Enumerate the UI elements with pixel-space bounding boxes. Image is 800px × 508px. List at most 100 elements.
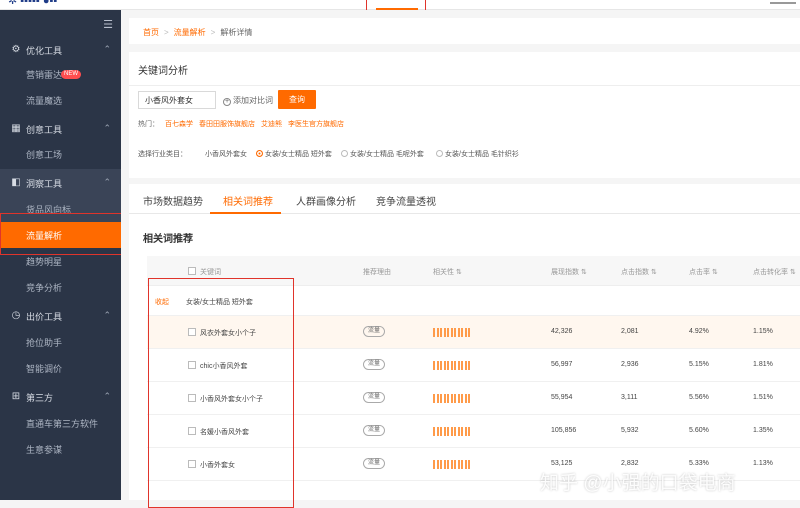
relevance-tick — [433, 394, 435, 403]
category-option-knit[interactable]: 女装/女士精品 毛针织衫 — [436, 149, 519, 159]
relevance-tick — [457, 328, 460, 337]
category-option-short-coat[interactable]: 女装/女士精品 短外套 — [256, 149, 332, 159]
insight-icon: ◧ — [11, 177, 21, 188]
relevance-tick — [443, 361, 446, 370]
query-button[interactable]: 查询 — [278, 90, 316, 109]
header-search-index[interactable]: 展现指数 ⇅ — [551, 267, 587, 277]
cvr-cell: 1.51% — [753, 394, 773, 401]
header-click-index[interactable]: 点击指数 ⇅ — [621, 267, 657, 277]
sidebar-item-smart-bid[interactable]: 智能调价 — [0, 355, 121, 381]
relevance-tick — [454, 460, 456, 469]
relevance-tick — [464, 394, 467, 403]
breadcrumb-traffic[interactable]: 流量解析 — [174, 28, 206, 37]
sidebar-group-label: 优化工具 — [26, 46, 63, 56]
sidebar-item-marketing-radar[interactable]: 营销雷达 NEW — [0, 61, 121, 87]
sidebar-item-third-party-software[interactable]: 直通车第三方软件 — [0, 410, 121, 436]
sidebar-item-traffic-select[interactable]: 流量魔选 — [0, 87, 121, 113]
sidebar-item-creative-factory[interactable]: 创意工场 — [0, 141, 121, 167]
relevance-tick — [464, 460, 467, 469]
relevance-tick — [454, 394, 456, 403]
header-keyword[interactable]: 关键词 — [188, 267, 221, 277]
relevance-tick — [450, 361, 453, 370]
search-index-cell: 55,954 — [551, 394, 573, 401]
ctr-cell: 4.92% — [689, 328, 709, 335]
radio-selected-icon — [256, 150, 263, 157]
sidebar-group-label: 第三方 — [26, 393, 54, 403]
highlight-box-sidebar — [0, 213, 134, 255]
hot-link[interactable]: 春田田服饰旗舰店 — [199, 121, 255, 128]
keyword-search-input[interactable]: 小香风外套女 — [138, 91, 216, 109]
header-relevance[interactable]: 相关性 ⇅ — [433, 267, 462, 277]
hot-label: 热门： — [138, 121, 159, 128]
relevance-tick — [464, 427, 467, 436]
category-option-label: 女装/女士精品 短外套 — [265, 151, 332, 158]
relevance-tick — [461, 427, 463, 436]
relevance-bars — [433, 460, 473, 469]
sidebar-group-bidding[interactable]: ◷ 出价工具 ⌃ — [0, 302, 121, 330]
cvr-cell: 1.13% — [753, 460, 773, 467]
tab-audience-profile[interactable]: 人群画像分析 — [296, 193, 356, 208]
relevance-tick — [447, 460, 449, 469]
chevron-up-icon: ⌃ — [103, 391, 111, 401]
sidebar-item-competition[interactable]: 竞争分析 — [0, 274, 121, 300]
tab-market-trend[interactable]: 市场数据趋势 — [143, 193, 203, 208]
hot-link[interactable]: 李医生官方旗舰店 — [288, 121, 344, 128]
hot-link[interactable]: 艾迪熊 — [261, 121, 282, 128]
relevance-tick — [450, 427, 453, 436]
ctr-cell: 5.15% — [689, 361, 709, 368]
sidebar-group-third-party[interactable]: ⊞ 第三方 ⌃ — [0, 383, 121, 411]
relevance-tick — [440, 394, 442, 403]
tab-related-keywords[interactable]: 相关词推荐 — [223, 193, 273, 208]
click-index-cell: 2,936 — [621, 361, 639, 368]
add-compare-button[interactable]: + 添加对比词 — [223, 95, 273, 106]
breadcrumb-current: 解析详情 — [220, 28, 253, 37]
header-reason: 推荐理由 — [363, 269, 391, 276]
add-compare-label: 添加对比词 — [233, 96, 273, 105]
chevron-up-icon: ⌃ — [103, 310, 111, 320]
sidebar-group-creative[interactable]: ▦ 创意工具 ⌃ — [0, 115, 121, 143]
relevance-tick — [447, 427, 449, 436]
breadcrumb-home[interactable]: 首页 — [143, 28, 159, 37]
reason-tag: 流量 — [363, 425, 386, 436]
sidebar: ☰ ⚙ 优化工具 ⌃ 营销雷达 NEW 流量魔选 ▦ 创意工具 ⌃ 创意工场 ◧… — [0, 10, 121, 500]
divider — [129, 85, 800, 86]
gear-icon: ⚙ — [11, 44, 21, 55]
menu-collapse-icon[interactable]: ☰ — [103, 18, 113, 31]
relevance-tick — [457, 427, 460, 436]
sidebar-item-business-advisor[interactable]: 生意参谋 — [0, 436, 121, 462]
relevance-tick — [433, 328, 435, 337]
category-label: 选择行业类目： — [138, 151, 187, 158]
relevance-bars — [433, 394, 473, 403]
header-ctr[interactable]: 点击率 ⇅ — [689, 267, 718, 277]
sidebar-group-optimize[interactable]: ⚙ 优化工具 ⌃ — [0, 36, 121, 64]
sidebar-group-label: 出价工具 — [26, 312, 63, 322]
relevance-tick — [468, 394, 470, 403]
sidebar-item-label: 直通车第三方软件 — [26, 419, 99, 429]
tab-competition-traffic[interactable]: 竞争流量透视 — [376, 193, 436, 208]
relevance-tick — [443, 328, 446, 337]
category-option-label: 女装/女士精品 毛呢外套 — [350, 151, 424, 158]
sidebar-item-label: 趋势明星 — [26, 257, 63, 267]
highlight-box-keywords — [148, 278, 294, 508]
top-right-icon[interactable] — [770, 2, 796, 4]
hot-link[interactable]: 百七森学 — [165, 121, 193, 128]
relevance-tick — [443, 427, 446, 436]
category-option-wool-coat[interactable]: 女装/女士精品 毛呢外套 — [341, 149, 424, 159]
click-index-cell: 5,932 — [621, 427, 639, 434]
category-option-label: 女装/女士精品 毛针织衫 — [445, 151, 519, 158]
ctr-cell: 5.60% — [689, 427, 709, 434]
relevance-tick — [436, 361, 439, 370]
relevance-tick — [436, 427, 439, 436]
select-all-checkbox[interactable] — [188, 267, 196, 275]
watermark: 知乎 @小强的口袋电商 — [540, 473, 736, 494]
sidebar-group-insight[interactable]: ◧ 洞察工具 ⌃ — [0, 169, 121, 197]
relevance-tick — [461, 361, 463, 370]
logo: ✲ ▪▪▪▪▪ ●▪▪ — [8, 0, 58, 7]
panel-title: 关键词分析 — [138, 66, 188, 77]
relevance-tick — [461, 460, 463, 469]
sidebar-item-position-helper[interactable]: 抢位助手 — [0, 329, 121, 355]
breadcrumb: 首页 > 流量解析 > 解析详情 — [129, 18, 800, 44]
relevance-bars — [433, 328, 473, 337]
header-cvr[interactable]: 点击转化率 ⇅ — [753, 267, 796, 277]
relevance-bars — [433, 361, 473, 370]
